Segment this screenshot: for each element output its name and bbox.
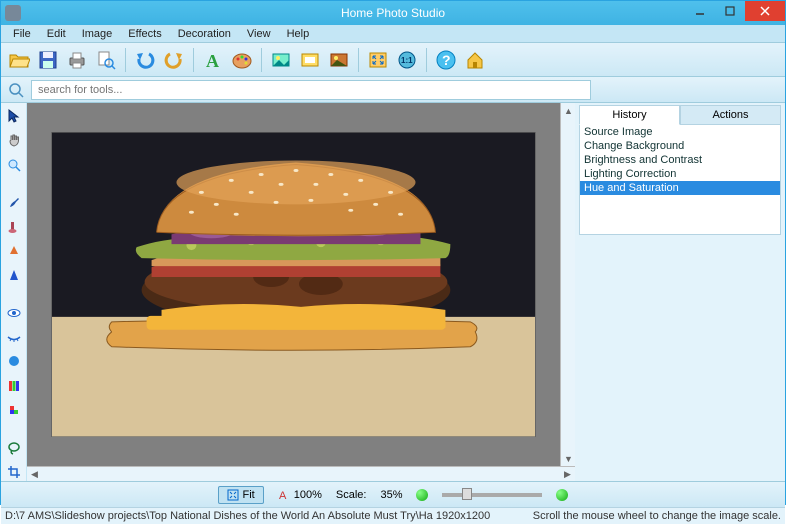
find-icon[interactable] <box>92 46 120 74</box>
tab-actions[interactable]: Actions <box>680 105 781 125</box>
text-a-icon: A <box>278 489 290 501</box>
frame-icon[interactable] <box>296 46 324 74</box>
menu-decoration[interactable]: Decoration <box>170 27 239 41</box>
zoom-toolbar: Fit A 100% Scale: 35% <box>1 481 785 507</box>
menu-image[interactable]: Image <box>74 27 121 41</box>
hundred-percent-button[interactable]: A 100% <box>278 489 322 501</box>
brush-tool-icon[interactable] <box>4 193 24 211</box>
image-display <box>51 132 536 437</box>
hundred-label: 100% <box>294 489 322 501</box>
palette-icon[interactable] <box>228 46 256 74</box>
blue-circle-tool-icon[interactable] <box>4 352 24 370</box>
maximize-button[interactable] <box>715 1 745 21</box>
vertical-scrollbar[interactable]: ▲ ▼ <box>560 103 575 466</box>
lasso-tool-icon[interactable] <box>4 439 24 457</box>
scroll-left-icon[interactable]: ◀ <box>27 467 42 482</box>
svg-text:A: A <box>206 51 219 71</box>
shape-tool-icon[interactable] <box>4 266 24 284</box>
right-panel: History Actions Source Image Change Back… <box>575 103 785 481</box>
toolbar-separator <box>193 48 194 72</box>
scale-value: 35% <box>380 489 402 501</box>
menu-edit[interactable]: Edit <box>39 27 74 41</box>
titlebar: Home Photo Studio <box>1 1 785 25</box>
insert-image-icon[interactable] <box>267 46 295 74</box>
cursor-tool-icon[interactable] <box>4 107 24 125</box>
canvas-wrap: ▲ ▼ ◀ ▶ <box>27 103 575 481</box>
app-icon <box>5 5 21 21</box>
searchbar <box>1 77 785 103</box>
redo-icon[interactable] <box>160 46 188 74</box>
search-input[interactable] <box>31 80 591 100</box>
text-icon[interactable]: A <box>199 46 227 74</box>
menu-help[interactable]: Help <box>279 27 318 41</box>
actual-size-icon[interactable]: 1:1 <box>393 46 421 74</box>
main-area: ▲ ▼ ◀ ▶ History Actions Source Image Cha… <box>1 103 785 481</box>
toolbar-separator <box>426 48 427 72</box>
folder-open-icon[interactable] <box>5 46 33 74</box>
gradient-tool-icon[interactable] <box>4 242 24 260</box>
toolbar-separator <box>125 48 126 72</box>
smudge-tool-icon[interactable] <box>4 401 24 419</box>
eye-open-tool-icon[interactable] <box>4 304 24 322</box>
scale-label: Scale: <box>336 489 367 501</box>
fit-screen-icon[interactable] <box>364 46 392 74</box>
history-item[interactable]: Lighting Correction <box>580 167 780 181</box>
history-list: Source Image Change Background Brightnes… <box>579 125 781 235</box>
crop-tool-icon[interactable] <box>4 463 24 481</box>
undo-icon[interactable] <box>131 46 159 74</box>
window-controls <box>685 1 785 21</box>
fit-label: Fit <box>243 489 255 501</box>
tab-history[interactable]: History <box>579 105 680 125</box>
effects-picture-icon[interactable] <box>325 46 353 74</box>
tool-sidebar <box>1 103 27 481</box>
status-hint: Scroll the mouse wheel to change the ima… <box>533 510 781 522</box>
clone-stamp-tool-icon[interactable] <box>4 218 24 236</box>
menu-effects[interactable]: Effects <box>120 27 169 41</box>
close-button[interactable] <box>745 1 785 21</box>
history-item[interactable]: Change Background <box>580 139 780 153</box>
scroll-right-icon[interactable]: ▶ <box>560 467 575 482</box>
toolbar-separator <box>261 48 262 72</box>
svg-text:?: ? <box>442 52 451 68</box>
help-icon[interactable]: ? <box>432 46 460 74</box>
menu-file[interactable]: File <box>5 27 39 41</box>
zoom-slider-thumb[interactable] <box>462 488 472 500</box>
history-item[interactable]: Brightness and Contrast <box>580 153 780 167</box>
search-icon <box>7 81 25 99</box>
history-item[interactable]: Source Image <box>580 125 780 139</box>
minimize-button[interactable] <box>685 1 715 21</box>
status-path: D:\7 AMS\Slideshow projects\Top National… <box>5 510 490 522</box>
print-icon[interactable] <box>63 46 91 74</box>
magnifier-tool-icon[interactable] <box>4 156 24 174</box>
zoom-slider[interactable] <box>442 493 542 497</box>
save-icon[interactable] <box>34 46 62 74</box>
canvas[interactable] <box>27 103 560 466</box>
home-icon[interactable] <box>461 46 489 74</box>
hand-tool-icon[interactable] <box>4 131 24 149</box>
window-title: Home Photo Studio <box>341 6 445 20</box>
color-bars-tool-icon[interactable] <box>4 377 24 395</box>
statusbar: D:\7 AMS\Slideshow projects\Top National… <box>1 507 785 524</box>
main-toolbar: A 1:1 ? <box>1 43 785 77</box>
zoom-in-button[interactable] <box>556 489 568 501</box>
menu-view[interactable]: View <box>239 27 279 41</box>
menubar: File Edit Image Effects Decoration View … <box>1 25 785 43</box>
fit-icon <box>227 489 239 501</box>
svg-text:A: A <box>279 490 287 501</box>
svg-text:1:1: 1:1 <box>401 56 413 65</box>
eye-closed-tool-icon[interactable] <box>4 328 24 346</box>
history-item[interactable]: Hue and Saturation <box>580 181 780 195</box>
horizontal-scrollbar[interactable]: ◀ ▶ <box>27 466 575 481</box>
zoom-out-button[interactable] <box>416 489 428 501</box>
scroll-up-icon[interactable]: ▲ <box>561 103 575 118</box>
fit-button[interactable]: Fit <box>218 486 264 504</box>
panel-tabs: History Actions <box>579 105 781 125</box>
scroll-down-icon[interactable]: ▼ <box>561 451 575 466</box>
toolbar-separator <box>358 48 359 72</box>
